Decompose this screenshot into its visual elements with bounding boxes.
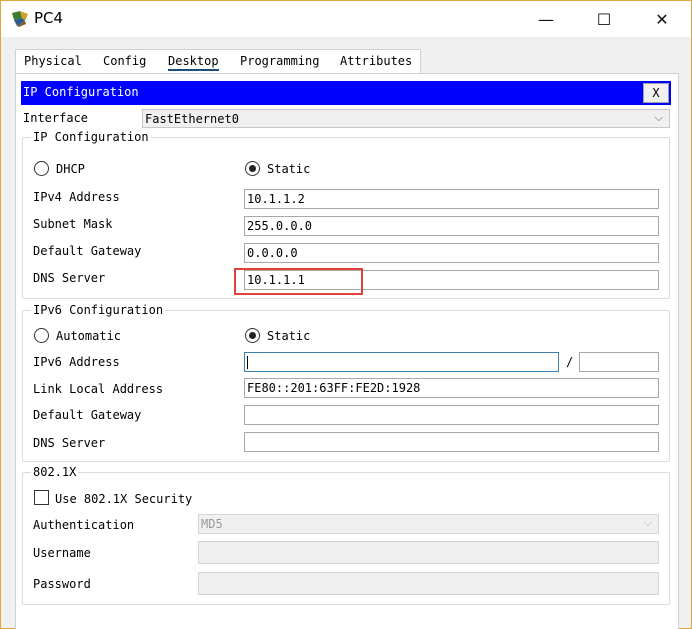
packet-tracer-pc-icon (12, 11, 28, 27)
text-caret (247, 356, 248, 369)
interface-select[interactable]: FastEthernet0 ⌵ (142, 109, 670, 128)
ipv6-address-field[interactable] (244, 352, 559, 372)
static-label: Static (267, 162, 311, 176)
subnet-mask-field[interactable]: 255.0.0.0 (244, 216, 659, 236)
interface-value: FastEthernet0 (145, 112, 239, 126)
ipv6-address-label: IPv6 Address (33, 355, 120, 369)
ipv4-address-label: IPv4 Address (33, 190, 120, 204)
default-gateway-field[interactable]: 0.0.0.0 (244, 243, 659, 263)
ipv6-static-label: Static (267, 329, 311, 343)
ipv6-gateway-label: Default Gateway (33, 408, 142, 422)
window-title: PC4 (34, 9, 64, 27)
tab-config[interactable]: Config (103, 54, 146, 68)
authentication-label: Authentication (33, 518, 135, 532)
prefix-slash: / (566, 355, 574, 369)
subnet-mask-label: Subnet Mask (33, 217, 113, 231)
ipv6-automatic-label: Automatic (56, 329, 122, 343)
link-local-address-field[interactable]: FE80::201:63FF:FE2D:1928 (244, 378, 659, 398)
minimize-button[interactable]: — (523, 1, 569, 37)
tab-programming[interactable]: Programming (240, 54, 319, 68)
password-label: Password (33, 577, 91, 591)
password-field[interactable] (198, 572, 659, 595)
ipv4-group-legend: IP Configuration (31, 130, 151, 144)
ipv6-static-radio[interactable] (245, 328, 260, 343)
chevron-down-icon: ⌵ (654, 111, 663, 124)
tab-physical[interactable]: Physical (24, 54, 82, 68)
username-field[interactable] (198, 541, 659, 564)
dhcp-radio[interactable] (34, 161, 49, 176)
chevron-down-icon: ⌵ (643, 516, 652, 529)
interface-label: Interface (23, 111, 89, 125)
authentication-select[interactable]: MD5 ⌵ (198, 514, 659, 534)
dhcp-label: DHCP (56, 162, 85, 176)
dns-server-label: DNS Server (33, 271, 106, 285)
ipv6-automatic-radio[interactable] (34, 328, 49, 343)
ipv6-group-legend: IPv6 Configuration (31, 303, 166, 317)
dns-highlight-box (234, 268, 363, 295)
dialog-title: IP Configuration (23, 85, 139, 99)
ipv6-prefix-field[interactable] (579, 352, 659, 372)
username-label: Username (33, 546, 91, 560)
maximize-button[interactable]: ☐ (581, 1, 627, 37)
link-local-address-label: Link Local Address (33, 382, 164, 396)
ip-configuration-header: IP Configuration X (21, 81, 671, 105)
tab-attributes[interactable]: Attributes (340, 54, 412, 68)
static-radio[interactable] (245, 161, 260, 176)
tab-bar: Physical Config Desktop Programming Attr… (15, 49, 421, 73)
default-gateway-label: Default Gateway (33, 244, 142, 258)
ipv6-dns-field[interactable] (244, 432, 659, 452)
use-8021x-label: Use 802.1X Security (55, 492, 193, 506)
dialog-close-button[interactable]: X (643, 83, 669, 103)
ipv6-dns-label: DNS Server (33, 436, 106, 450)
dot1x-group-legend: 802.1X (31, 465, 79, 479)
title-bar: PC4 — ☐ ✕ (1, 1, 691, 37)
authentication-value: MD5 (201, 517, 223, 531)
use-8021x-checkbox[interactable] (34, 490, 49, 505)
tab-desktop[interactable]: Desktop (168, 54, 219, 71)
ipv6-gateway-field[interactable] (244, 405, 659, 425)
ipv4-address-field[interactable]: 10.1.1.2 (244, 189, 659, 209)
close-button[interactable]: ✕ (639, 1, 685, 37)
